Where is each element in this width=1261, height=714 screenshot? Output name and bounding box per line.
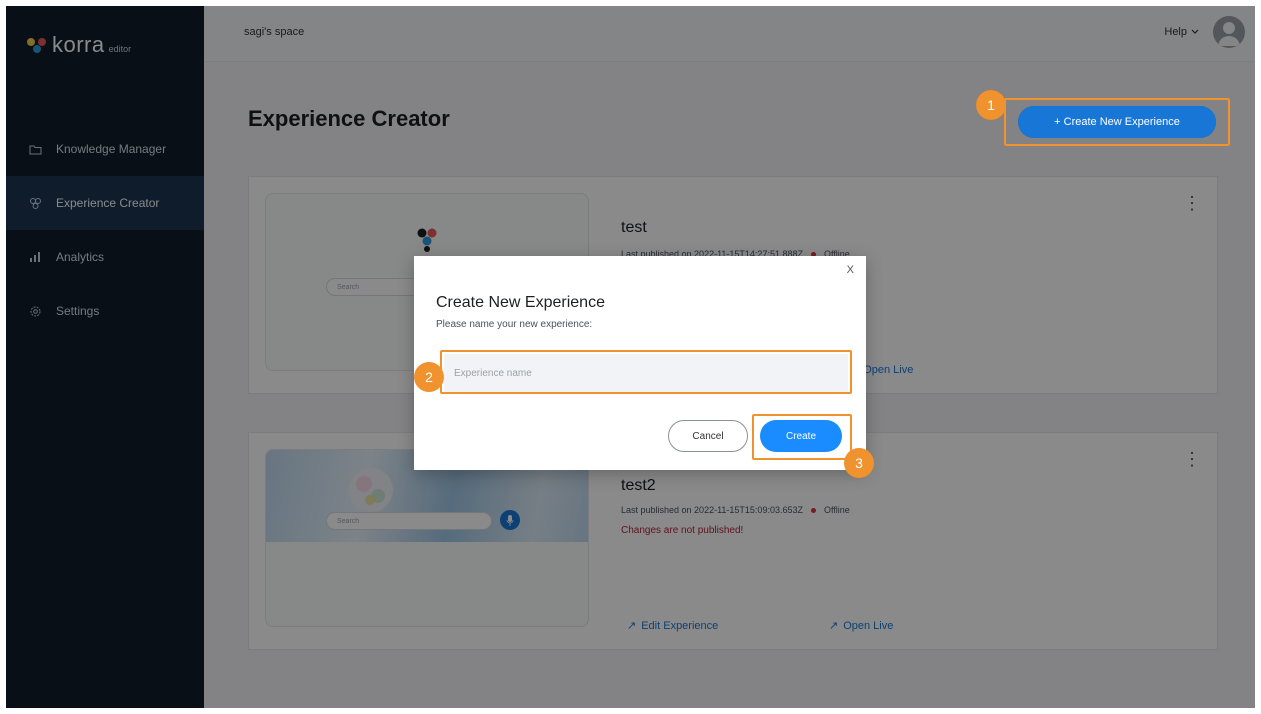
- name-input-highlight: [440, 350, 852, 394]
- create-new-experience-button[interactable]: + Create New Experience: [1018, 106, 1216, 138]
- close-icon[interactable]: X: [847, 264, 854, 276]
- dialog-title: Create New Experience: [436, 294, 605, 311]
- step-badge-1: 1: [976, 90, 1006, 120]
- dialog-subtitle: Please name your new experience:: [436, 319, 593, 330]
- step-badge-2: 2: [414, 362, 444, 392]
- cancel-button[interactable]: Cancel: [668, 420, 748, 452]
- app-frame: korra editor Knowledge Manager Experienc…: [6, 6, 1255, 708]
- create-button-highlight: [752, 414, 852, 460]
- create-new-experience-label: + Create New Experience: [1054, 116, 1180, 128]
- step-badge-3: 3: [844, 448, 874, 478]
